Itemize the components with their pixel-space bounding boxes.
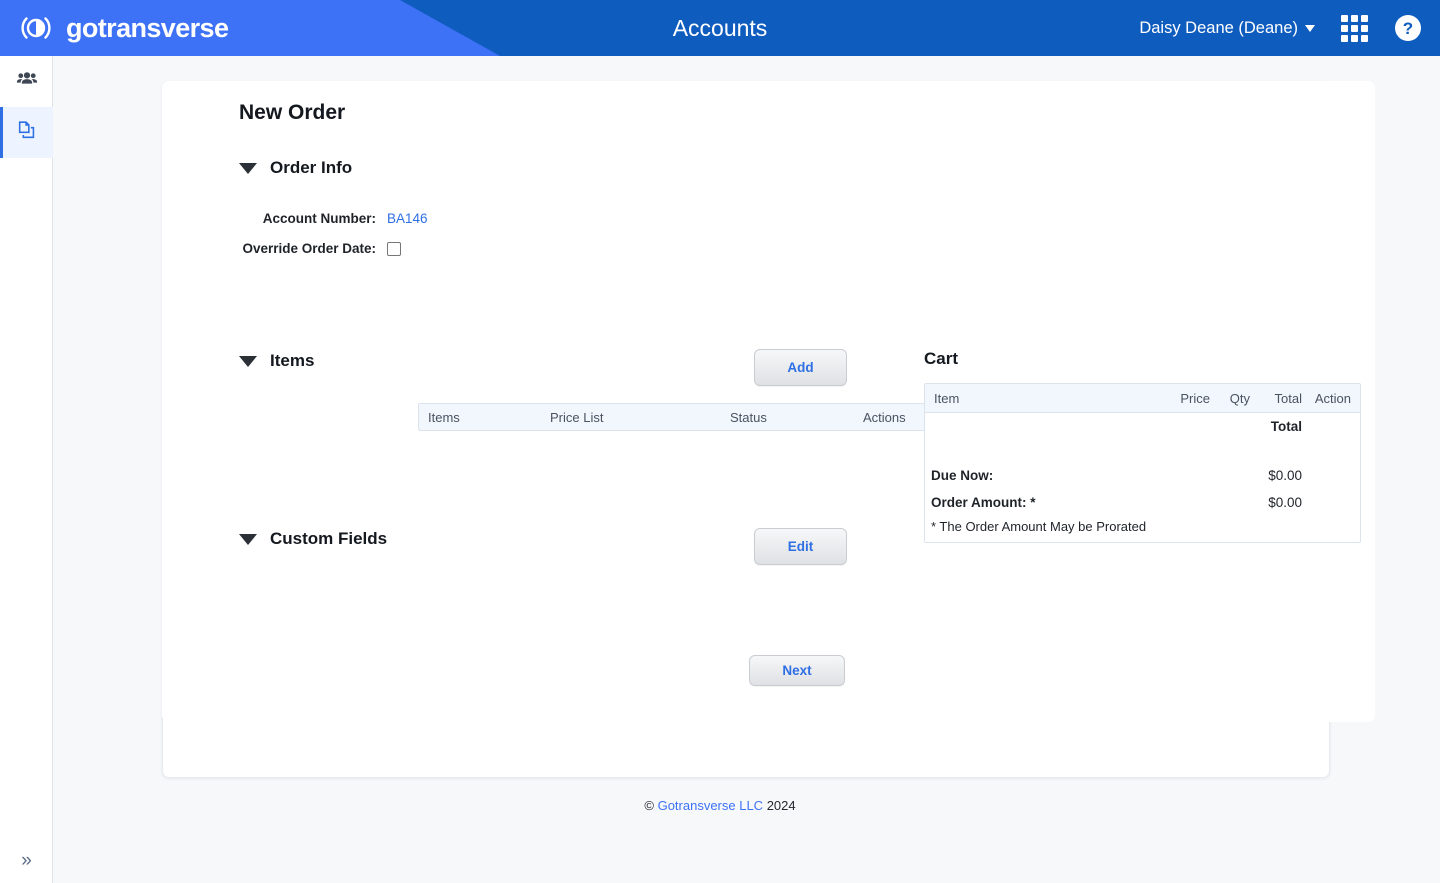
cart-order-amount-label: Order Amount: * [931, 495, 1036, 510]
grid-apps-icon[interactable] [1341, 14, 1368, 42]
triangle-down-icon [239, 533, 257, 545]
copyright-symbol: © [644, 798, 654, 813]
field-label-account-number: Account Number: [262, 211, 376, 226]
chevron-down-icon [1305, 24, 1315, 32]
section-header-items[interactable]: Items [239, 351, 314, 371]
items-col-items: Items [428, 409, 460, 425]
section-header-custom-fields[interactable]: Custom Fields [239, 529, 387, 549]
section-label-items: Items [270, 351, 315, 370]
footer: © Gotransverse LLC 2024 [0, 798, 1440, 813]
people-group-icon [16, 68, 38, 95]
footer-year: 2024 [766, 798, 796, 813]
field-label-override-order-date: Override Order Date: [242, 241, 376, 256]
header-actions: Daisy Deane (Deane) ? [1139, 0, 1422, 56]
add-item-button[interactable]: Add [754, 349, 847, 386]
brand-name: gotransverse [66, 12, 229, 43]
triangle-down-icon [239, 355, 257, 367]
copy-documents-icon [16, 119, 38, 146]
sidebar-expand-toggle[interactable]: » [0, 839, 53, 883]
items-col-price-list: Price List [550, 409, 604, 425]
cart-col-action: Action [1314, 390, 1351, 406]
account-number-link[interactable]: BA146 [387, 211, 428, 226]
items-table-header-row: Items Price List Status Actions [418, 403, 1010, 431]
field-account-number: Account Number: BA146 [162, 211, 428, 226]
brand[interactable]: gotransverse [18, 0, 229, 56]
cart-header-row: Item Price Qty Total Action [925, 384, 1360, 413]
cart-table: Item Price Qty Total Action Total Due No… [924, 383, 1361, 543]
sidebar-item-customers[interactable] [0, 56, 53, 107]
cart-due-now-label: Due Now: [931, 468, 994, 483]
edit-custom-fields-button[interactable]: Edit [754, 528, 847, 565]
new-order-form: New Order Order Info Account Number: BA1… [162, 81, 1375, 722]
override-order-date-checkbox[interactable] [387, 241, 401, 256]
cart-due-now-value: $0.00 [1268, 468, 1302, 483]
cart-col-qty: Qty [1229, 390, 1250, 406]
cart-col-total: Total [1274, 390, 1302, 406]
cart-title: Cart [924, 349, 959, 368]
question-mark-help-icon[interactable]: ? [1394, 14, 1422, 42]
svg-text:?: ? [1403, 19, 1413, 38]
double-chevron-right-icon: » [21, 850, 32, 871]
triangle-down-icon [239, 162, 257, 174]
circle-swirl-logo-icon [18, 10, 54, 46]
user-menu-label: Daisy Deane (Deane) [1139, 18, 1298, 37]
sidebar-item-orders[interactable] [0, 107, 53, 158]
user-menu[interactable]: Daisy Deane (Deane) [1139, 19, 1315, 38]
cart-total-header-label: Total [1270, 419, 1302, 434]
cart-order-amount-row: Order Amount: * $0.00 [925, 489, 1360, 516]
section-header-order-info[interactable]: Order Info [239, 158, 352, 178]
cart-prorate-note: * The Order Amount May be Prorated [931, 519, 1147, 534]
cart-col-item: Item [934, 390, 960, 406]
cart-order-amount-value: $0.00 [1268, 495, 1302, 510]
footer-company-link[interactable]: Gotransverse LLC [658, 798, 764, 813]
sidebar: » [0, 56, 53, 883]
app-header: gotransverse Accounts Daisy Deane (Deane… [0, 0, 1440, 56]
field-override-order-date: Override Order Date: [162, 241, 401, 256]
cart-total-header-row: Total [925, 413, 1360, 440]
items-table: Items Price List Status Actions [418, 403, 1010, 431]
items-col-status: Status [730, 409, 767, 425]
cart-col-price: Price [1180, 390, 1210, 406]
cart-due-now-row: Due Now: $0.00 [925, 462, 1360, 489]
page-heading: New Order [239, 101, 346, 124]
section-label-custom-fields: Custom Fields [270, 529, 388, 548]
next-button[interactable]: Next [749, 655, 845, 686]
section-label-order-info: Order Info [270, 158, 353, 177]
